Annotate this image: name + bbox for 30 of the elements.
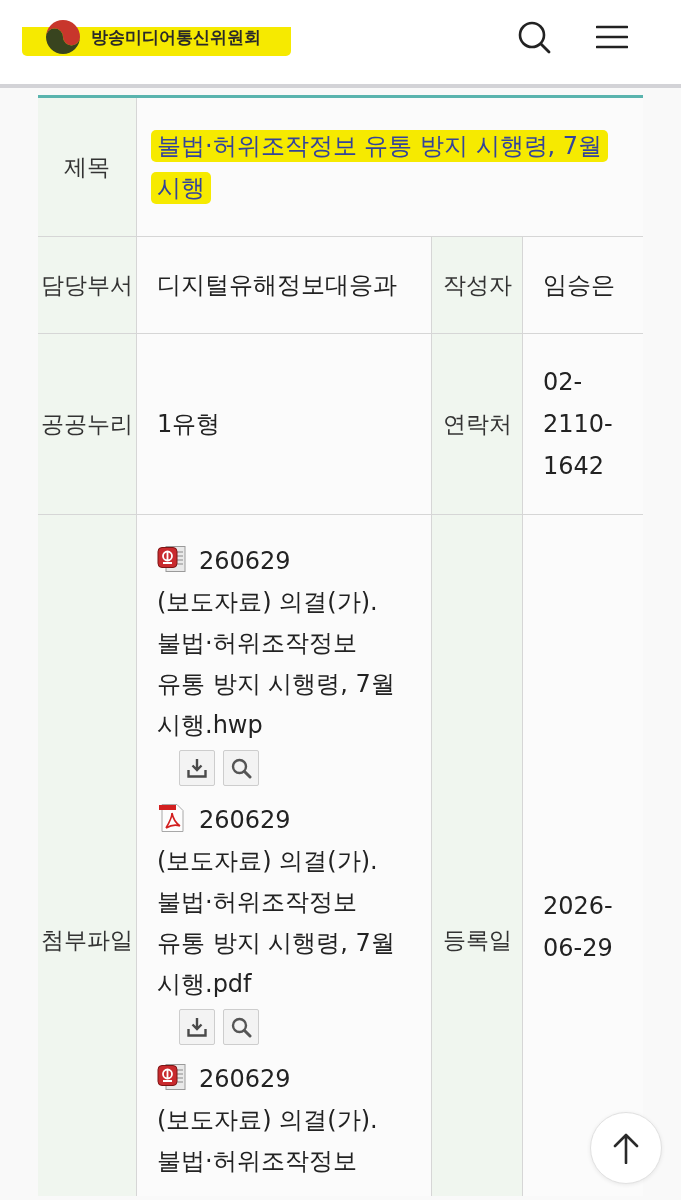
- document-icon: [157, 544, 187, 574]
- table-cell: 디지털유해정보대응과: [137, 237, 432, 334]
- arrow-up-icon: [612, 1132, 640, 1164]
- download-icon: [186, 1016, 208, 1038]
- file-link[interactable]: 260629 (보도자료) 의결(가). 불법·허위조작정보: [157, 1059, 407, 1182]
- document-icon: [157, 1062, 187, 1092]
- magnifier-icon: [230, 757, 252, 779]
- download-button[interactable]: [179, 1009, 215, 1045]
- table-header-cell: 연락처: [432, 334, 523, 515]
- pdf-icon: [157, 803, 187, 833]
- search-icon: [517, 20, 551, 54]
- site-logo[interactable]: 방송미디어통신위원회: [22, 18, 291, 56]
- preview-button[interactable]: [223, 1009, 259, 1045]
- table-header-cell: 작성자: [432, 237, 523, 334]
- download-icon: [186, 757, 208, 779]
- magnifier-icon: [230, 1016, 252, 1038]
- menu-icon: [596, 25, 628, 49]
- table-header-cell: 제목: [38, 98, 137, 237]
- search-button[interactable]: [517, 20, 551, 54]
- table-header-cell: 등록일: [432, 515, 523, 1196]
- preview-button[interactable]: [223, 750, 259, 786]
- table-header-cell: 첨부파일: [38, 515, 137, 1196]
- table-header-cell: 공공누리: [38, 334, 137, 515]
- menu-button[interactable]: [596, 25, 628, 49]
- download-button[interactable]: [179, 750, 215, 786]
- table-header-cell: 담당부서: [38, 237, 137, 334]
- emblem-icon: [45, 19, 81, 55]
- file-link[interactable]: 260629 (보도자료) 의결(가). 불법·허위조작정보 유통 방지 시행령, 7월 시행.pdf: [157, 800, 407, 1005]
- file-link[interactable]: 260629 (보도자료) 의결(가). 불법·허위조작정보 유통 방지 시행령, 7월 시행.hwp: [157, 541, 407, 746]
- table-cell: 1유형: [137, 334, 432, 515]
